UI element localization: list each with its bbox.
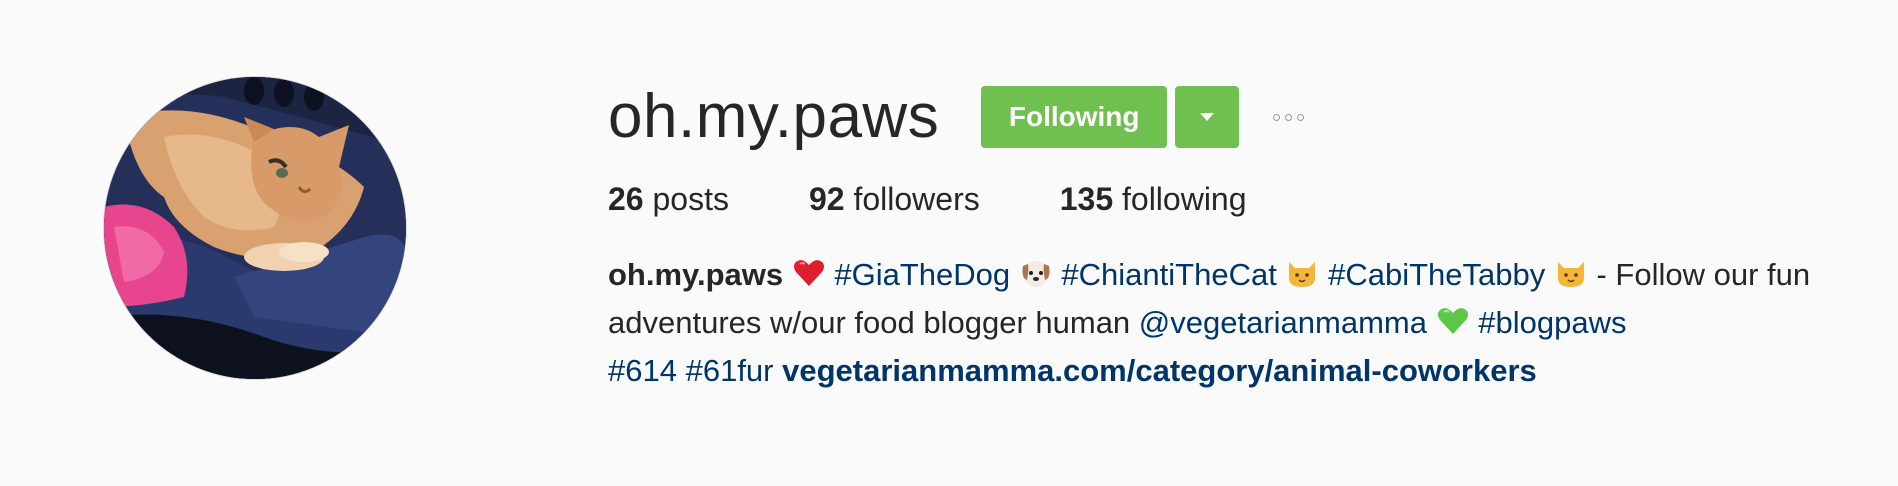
dog-face-icon [1022, 261, 1050, 287]
following-link[interactable]: 135 following [1060, 174, 1247, 224]
cat-face-icon [1557, 262, 1584, 287]
ellipsis-icon [1285, 113, 1293, 121]
profile-header-row: oh.my.paws Following [608, 80, 1878, 154]
profile-username: oh.my.paws [608, 82, 940, 151]
ellipsis-icon [1297, 113, 1305, 121]
profile-info: oh.my.paws Following 26 posts 92 followe… [608, 80, 1878, 395]
bio-name: oh.my.paws [608, 257, 784, 292]
suggestions-dropdown-button[interactable] [1175, 86, 1240, 148]
mention-link[interactable]: @vegetarianmamma [1139, 305, 1427, 340]
caret-down-icon [1200, 113, 1215, 121]
posts-label: posts [652, 181, 729, 217]
hashtag-link[interactable]: #614 [608, 353, 677, 388]
avatar-image [104, 77, 406, 379]
hashtag-link[interactable]: #61fur [686, 353, 774, 388]
following-label: following [1122, 181, 1247, 217]
following-button[interactable]: Following [981, 86, 1168, 148]
hashtag-link[interactable]: #blogpaws [1478, 305, 1626, 340]
followers-label: followers [853, 181, 980, 217]
cat-face-icon [1289, 262, 1316, 287]
profile-bio: oh.my.paws #GiaTheDog #ChiantiTheCat #Ca… [608, 251, 1898, 395]
followers-link[interactable]: 92 followers [809, 174, 980, 224]
green-heart-icon [1437, 308, 1468, 334]
more-options-button[interactable] [1269, 97, 1308, 137]
website-link[interactable]: vegetarianmamma.com/category/animal-cowo… [782, 353, 1537, 388]
profile-stats: 26 posts 92 followers 135 following [608, 174, 1878, 224]
following-count: 135 [1059, 181, 1114, 217]
ellipsis-icon [1273, 113, 1281, 121]
hashtag-link[interactable]: #GiaTheDog [834, 257, 1010, 292]
red-heart-icon [793, 260, 824, 286]
hashtag-link[interactable]: #CabiTheTabby [1328, 257, 1545, 292]
hashtag-link[interactable]: #ChiantiTheCat [1061, 257, 1276, 292]
followers-count: 92 [808, 181, 845, 217]
posts-count: 26 [608, 181, 644, 217]
posts-stat: 26 posts [608, 174, 729, 224]
profile-avatar[interactable] [104, 77, 406, 379]
